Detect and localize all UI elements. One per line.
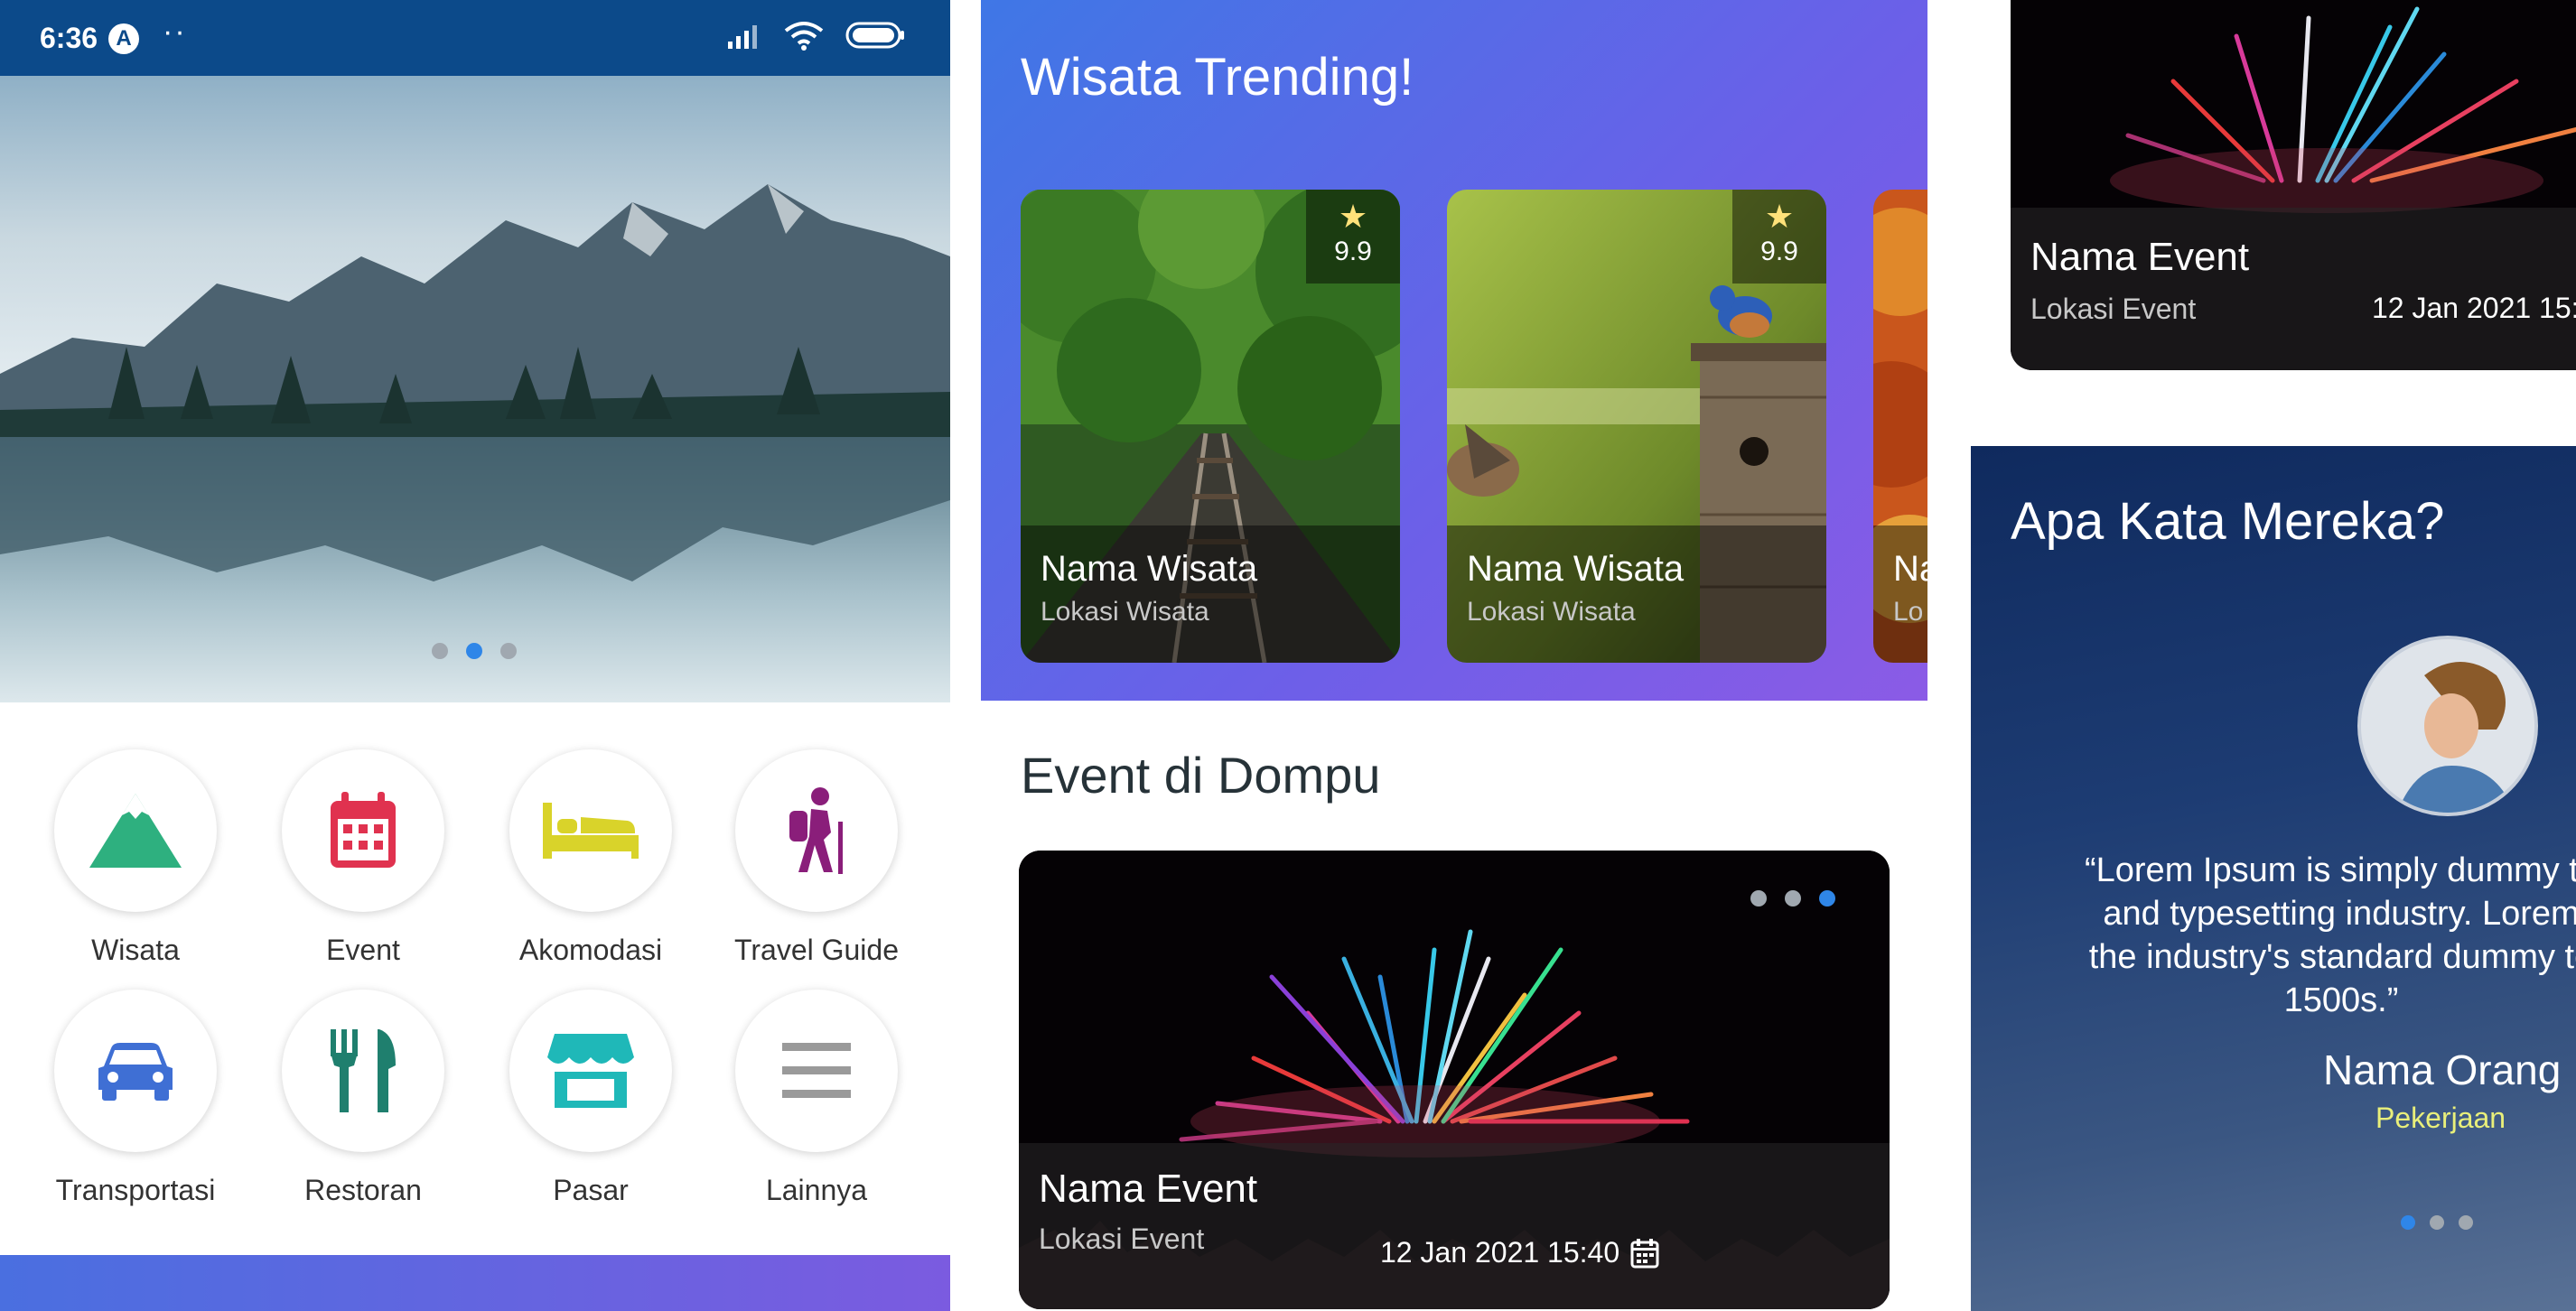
hero-slider[interactable]	[0, 76, 950, 702]
menu-label: Event	[326, 934, 400, 966]
testimonial-job: Pekerjaan	[2375, 1102, 2506, 1134]
trending-card-location: Lokasi Wisata	[1041, 597, 1209, 627]
event-card[interactable]: Nama Event Lokasi Event 12 Jan 2021 15:4…	[1019, 851, 1890, 1309]
menu-item-akomodasi[interactable]: Akomodasi	[500, 749, 681, 967]
wifi-icon	[784, 22, 824, 51]
rating-badge: ★ 9.9	[1732, 190, 1826, 284]
trending-card-info: Na Lo	[1873, 525, 1927, 663]
trending-card-name: Nama Wisata	[1041, 549, 1258, 589]
pagination-dot[interactable]	[2430, 1215, 2444, 1230]
trending-card[interactable]: ★ 9.9 Nama Wisata Lokasi Wisata	[1021, 190, 1400, 663]
menu-item-travel-guide[interactable]: Travel Guide	[726, 749, 907, 967]
trending-section-preview	[0, 1255, 950, 1311]
pagination-dot[interactable]	[1785, 890, 1801, 907]
menu-item-lainnya[interactable]: Lainnya	[726, 990, 907, 1207]
pagination-dot[interactable]	[432, 643, 448, 659]
section-title-trending: Wisata Trending!	[1021, 48, 1414, 107]
event-card[interactable]: Nama Event Lokasi Event 12 Jan 2021 15:	[2011, 0, 2576, 370]
pagination-dot-active[interactable]	[466, 643, 482, 659]
calendar-icon	[1630, 1238, 1659, 1268]
rating-score: 9.9	[1334, 237, 1372, 266]
avatar	[2357, 636, 2538, 816]
trending-card-name: Na	[1893, 549, 1927, 589]
trending-card[interactable]: Na Lo	[1873, 190, 1927, 663]
pagination-dot[interactable]	[2459, 1215, 2473, 1230]
quote-line: “Lorem Ipsum is simply dummy te	[2084, 851, 2576, 889]
person-avatar-image	[2361, 639, 2534, 813]
pagination-dot-active[interactable]	[1819, 890, 1835, 907]
hero-landscape-image	[0, 76, 950, 702]
testimonial-screen: Nama Event Lokasi Event 12 Jan 2021 15: …	[1971, 0, 2576, 1311]
store-icon	[547, 1034, 634, 1108]
bed-icon	[543, 803, 639, 859]
trending-card[interactable]: ★ 9.9 Nama Wisata Lokasi Wisata	[1447, 190, 1826, 663]
section-title-testimonials: Apa Kata Mereka?	[2011, 492, 2445, 551]
menu-label: Transportasi	[55, 1174, 216, 1206]
status-more-dots: ··	[163, 14, 187, 49]
calendar-icon	[331, 792, 396, 868]
hiker-icon	[789, 787, 843, 874]
menu-item-restoran[interactable]: Restoran	[273, 990, 453, 1207]
menu-item-wisata[interactable]: Wisata	[45, 749, 226, 967]
pagination-dot-active[interactable]	[2401, 1215, 2415, 1230]
event-date: 12 Jan 2021 15:40	[1380, 1236, 1659, 1269]
testimonial-section: Apa Kata Mereka? “Lorem Ipsum is simply …	[1971, 446, 2576, 1311]
quote-line: 1500s.”	[2283, 981, 2399, 1019]
trending-card-info: Nama Wisata Lokasi Wisata	[1021, 525, 1400, 663]
status-time: 6:36	[40, 22, 98, 54]
status-bar: 6:36 A ··	[0, 0, 950, 76]
testimonial-name: Nama Orang	[2323, 1046, 2562, 1093]
notification-badge: A	[108, 23, 139, 54]
event-card-info: Nama Event Lokasi Event	[1019, 1143, 1890, 1309]
star-icon: ★	[1338, 198, 1368, 235]
trending-card-location: Lo	[1893, 597, 1924, 627]
event-pagination	[1750, 890, 1835, 907]
battery-icon	[845, 22, 904, 49]
car-icon	[98, 1043, 173, 1101]
quote-line: and typesetting industry. Lorem	[2103, 895, 2576, 933]
event-card-info: Nama Event Lokasi Event	[2011, 208, 2576, 370]
event-date-text: 12 Jan 2021 15:	[2372, 292, 2576, 324]
signal-icon	[728, 25, 757, 49]
section-title-events: Event di Dompu	[1021, 747, 1381, 804]
star-icon: ★	[1764, 198, 1795, 235]
trending-section: Wisata Trending! ★ 9.9 Nama Wisata Lokas…	[981, 0, 1927, 701]
trending-card-location: Lokasi Wisata	[1467, 597, 1636, 627]
menu-label: Lainnya	[765, 1174, 868, 1206]
menu-label: Akomodasi	[518, 934, 663, 966]
menu-item-event[interactable]: Event	[273, 749, 453, 967]
event-name: Nama Event	[2030, 235, 2250, 279]
pagination-dot[interactable]	[1750, 890, 1767, 907]
menu-icon	[782, 1043, 851, 1098]
menu-label: Restoran	[304, 1174, 422, 1206]
event-name: Nama Event	[1039, 1167, 1258, 1211]
mountain-icon	[89, 794, 182, 868]
menu-label: Pasar	[553, 1174, 629, 1206]
quote-line: the industry's standard dummy te	[2088, 938, 2576, 976]
menu-item-transportasi[interactable]: Transportasi	[45, 990, 226, 1207]
menu-item-pasar[interactable]: Pasar	[500, 990, 681, 1207]
menu-label: Travel Guide	[734, 934, 899, 966]
trending-card-name: Nama Wisata	[1467, 549, 1685, 589]
testimonial-quote: “Lorem Ipsum is simply dummy te and type…	[1998, 849, 2576, 1022]
home-screen: 6:36 A ·· Wisata Event Akomodasi Travel …	[0, 0, 950, 1311]
trending-screen: Wisata Trending! ★ 9.9 Nama Wisata Lokas…	[981, 0, 1927, 1311]
hero-pagination	[432, 643, 517, 659]
rating-score: 9.9	[1760, 237, 1798, 266]
event-date-text: 12 Jan 2021 15:40	[1380, 1236, 1620, 1269]
menu-label: Wisata	[91, 934, 180, 966]
trending-card-info: Nama Wisata Lokasi Wisata	[1447, 525, 1826, 663]
pagination-dot[interactable]	[500, 643, 517, 659]
rating-badge: ★ 9.9	[1306, 190, 1400, 284]
testimonial-pagination	[2401, 1215, 2473, 1230]
utensils-icon	[331, 1029, 396, 1112]
